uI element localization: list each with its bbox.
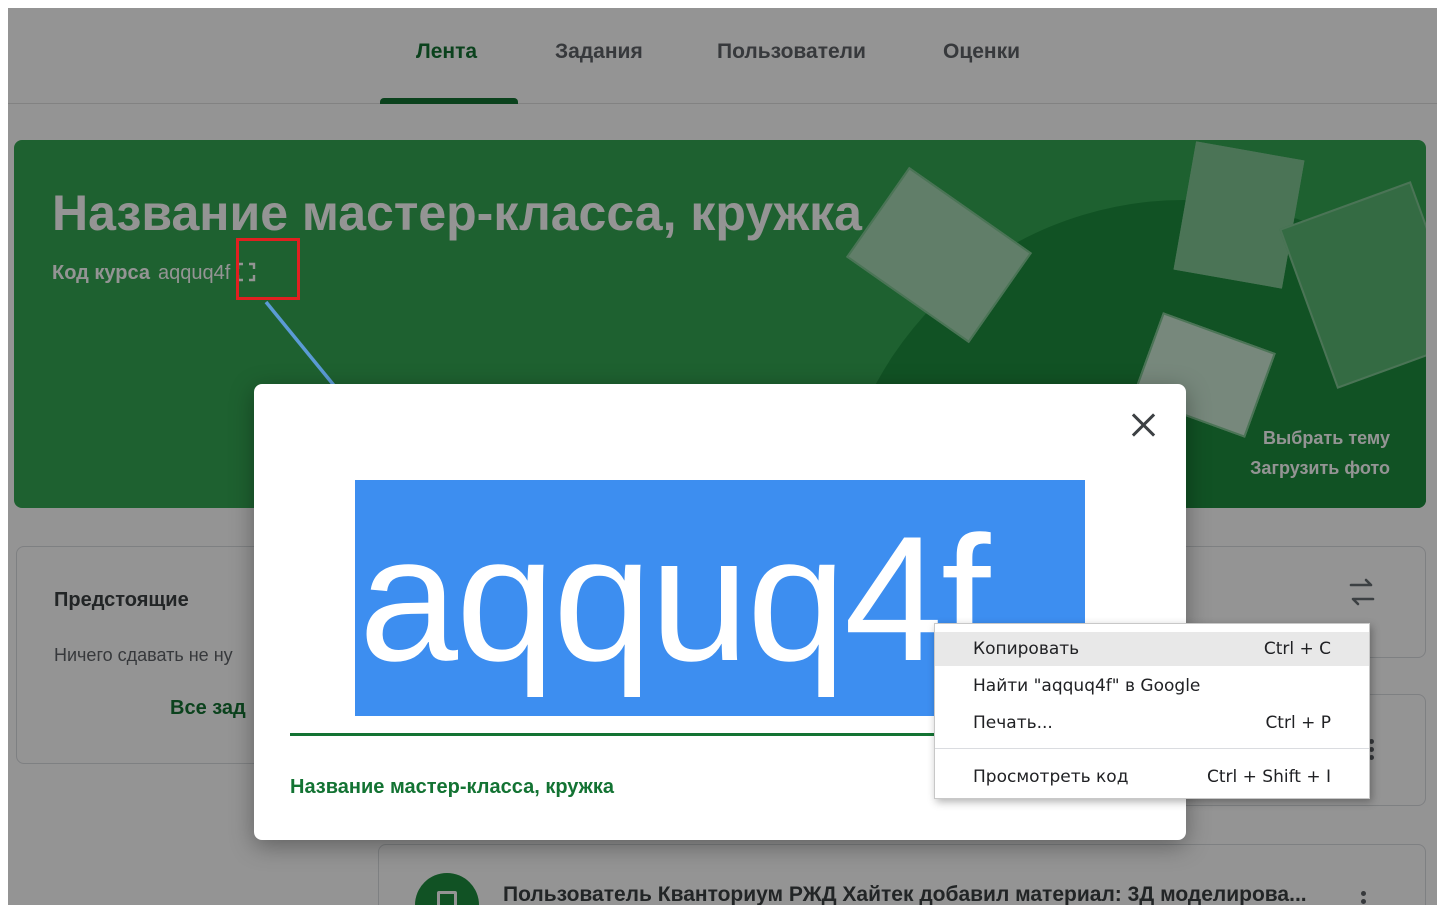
menu-separator: [935, 748, 1369, 749]
menu-item-label: Копировать: [973, 639, 1080, 659]
menu-item-shortcut: Ctrl + C: [1263, 639, 1331, 659]
course-code-large[interactable]: aqquq4f: [359, 510, 990, 688]
course-code-highlight: [236, 238, 300, 300]
menu-item-print[interactable]: Печать... Ctrl + P: [935, 706, 1369, 740]
menu-item-search-google[interactable]: Найти "aqquq4f" в Google: [935, 669, 1369, 703]
context-menu: Копировать Ctrl + C Найти "aqquq4f" в Go…: [934, 623, 1370, 799]
menu-item-inspect[interactable]: Просмотреть код Ctrl + Shift + I: [935, 760, 1369, 794]
close-icon[interactable]: [1126, 408, 1160, 442]
menu-item-label: Просмотреть код: [973, 767, 1129, 787]
dialog-course-name: Название мастер-класса, кружка: [290, 776, 614, 798]
menu-item-label: Найти "aqquq4f" в Google: [973, 676, 1201, 696]
swap-icon[interactable]: [1345, 575, 1379, 609]
menu-item-label: Печать...: [973, 713, 1053, 733]
menu-item-copy[interactable]: Копировать Ctrl + C: [935, 632, 1369, 666]
menu-item-shortcut: Ctrl + Shift + I: [1206, 767, 1331, 787]
menu-item-shortcut: Ctrl + P: [1265, 713, 1331, 733]
